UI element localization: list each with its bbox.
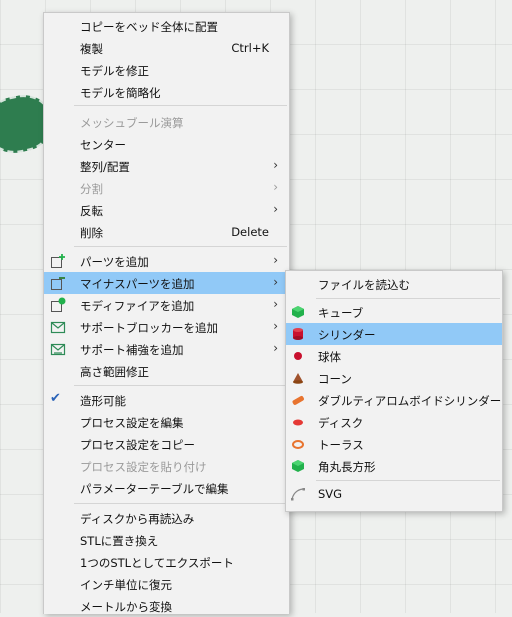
submenu-item-disk[interactable]: ディスク — [286, 411, 502, 433]
sphere-icon — [294, 352, 302, 360]
menu-item-align[interactable]: 整列/配置 › — [44, 155, 289, 177]
submenu-item-cylinder[interactable]: シリンダー — [286, 323, 502, 345]
context-menu: コピーをベッド全体に配置 複製 Ctrl+K モデルを修正 モデルを簡略化 メッシ… — [43, 12, 290, 614]
menu-item-copy-process-settings[interactable]: プロセス設定をコピー — [44, 433, 289, 455]
cone-icon — [293, 373, 303, 384]
menu-item-mesh-boolean: メッシュブール演算 — [80, 116, 184, 130]
menu-item-add-negative-part[interactable]: マイナスパーツを追加 › — [44, 272, 289, 294]
menu-item-add-part[interactable]: パーツを追加 › — [44, 250, 289, 272]
chevron-right-icon: › — [273, 275, 278, 289]
menu-item-edit-in-parameter-table[interactable]: パラメーターテーブルで編集 — [44, 477, 289, 499]
chevron-right-icon: › — [273, 297, 278, 311]
menu-item-reload-from-disk[interactable]: ディスクから再読込み — [44, 507, 289, 529]
chevron-right-icon: › — [273, 253, 278, 267]
cube-icon — [292, 306, 304, 318]
menu-item-duplicate[interactable]: 複製 Ctrl+K — [44, 37, 289, 59]
submenu-item-cube[interactable]: キューブ — [286, 301, 502, 323]
menu-item-split: 分割 › — [80, 180, 278, 196]
menu-separator — [74, 105, 287, 106]
add-modifier-icon — [51, 297, 66, 312]
negative-part-submenu: ファイルを読込む キューブ シリンダー 球体 コーン ダブルティアロムボイドシリ… — [285, 270, 503, 512]
disk-icon — [293, 419, 303, 426]
menu-item-replace-with-stl[interactable]: STLに置き換え — [44, 529, 289, 551]
torus-icon — [292, 440, 304, 449]
svg-icon — [291, 488, 305, 501]
menu-item-arrange-copies[interactable]: コピーをベッド全体に配置 — [44, 15, 289, 37]
support-enforcer-icon — [50, 343, 66, 356]
submenu-item-load-file[interactable]: ファイルを読込む — [286, 273, 502, 295]
shortcut-label: Delete — [231, 225, 269, 239]
chevron-right-icon: › — [273, 180, 278, 194]
menu-item-delete[interactable]: 削除 Delete — [44, 221, 289, 243]
chevron-right-icon: › — [273, 202, 278, 216]
cylinder-icon — [293, 328, 303, 340]
submenu-item-cone[interactable]: コーン — [286, 367, 502, 389]
add-part-icon — [51, 254, 65, 268]
menu-item-printable[interactable]: ✔ 造形可能 — [44, 389, 289, 411]
menu-item-mirror[interactable]: 反転 › — [44, 199, 289, 221]
menu-separator — [316, 480, 500, 481]
menu-separator — [74, 503, 287, 504]
menu-item-simplify-model[interactable]: モデルを簡略化 — [44, 81, 289, 103]
chevron-right-icon: › — [273, 158, 278, 172]
shortcut-label: Ctrl+K — [231, 41, 269, 55]
menu-item-paste-process-settings: プロセス設定を貼り付け — [80, 460, 207, 474]
menu-item-height-range-modifier[interactable]: 高さ範囲修正 — [44, 360, 289, 382]
submenu-item-svg[interactable]: SVG — [286, 483, 502, 505]
teardrop-cylinder-icon — [292, 396, 304, 405]
menu-separator — [74, 246, 287, 247]
menu-separator — [74, 385, 287, 386]
menu-item-convert-from-meter[interactable]: メートルから変換 — [44, 595, 289, 617]
menu-item-restore-to-inch[interactable]: インチ単位に復元 — [44, 573, 289, 595]
rounded-rectangle-icon — [292, 460, 304, 472]
submenu-item-rounded-rectangle[interactable]: 角丸長方形 — [286, 455, 502, 477]
menu-item-edit-process-settings[interactable]: プロセス設定を編集 — [44, 411, 289, 433]
menu-item-add-support-enforcer[interactable]: サポート補強を追加 › — [44, 338, 289, 360]
menu-item-add-modifier[interactable]: モディファイアを追加 › — [44, 294, 289, 316]
menu-item-center[interactable]: センター — [44, 133, 289, 155]
menu-separator — [316, 298, 500, 299]
menu-item-export-as-one-stl[interactable]: 1つのSTLとしてエクスポート — [44, 551, 289, 573]
submenu-item-torus[interactable]: トーラス — [286, 433, 502, 455]
add-negative-part-icon — [51, 277, 65, 290]
chevron-right-icon: › — [273, 319, 278, 333]
submenu-item-sphere[interactable]: 球体 — [286, 345, 502, 367]
support-blocker-icon — [50, 321, 66, 334]
menu-item-fix-model[interactable]: モデルを修正 — [44, 59, 289, 81]
chevron-right-icon: › — [273, 341, 278, 355]
checkmark-icon: ✔ — [50, 391, 61, 406]
submenu-item-double-teardrop-cylinder[interactable]: ダブルティアロムボイドシリンダー — [286, 389, 502, 411]
menu-item-add-support-blocker[interactable]: サポートブロッカーを追加 › — [44, 316, 289, 338]
